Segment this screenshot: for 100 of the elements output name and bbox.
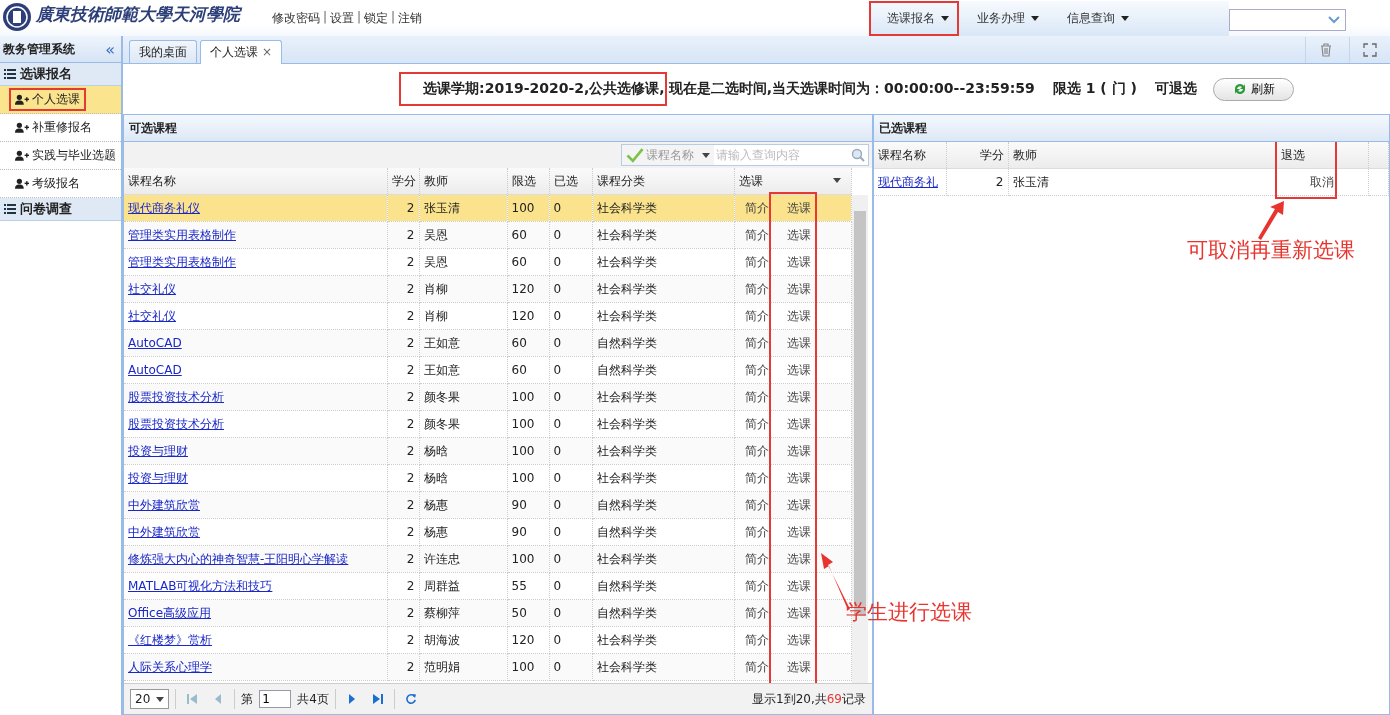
page-size-dropdown[interactable]: 20 (130, 689, 170, 709)
table-row[interactable]: 中外建筑欣赏 2 杨惠 90 0 自然科学类 简介 选课 (124, 491, 851, 519)
menu-item[interactable]: 业务办理 (959, 1, 1049, 36)
tab[interactable]: 我的桌面 (129, 40, 197, 63)
table-row[interactable]: 管理类实用表格制作 2 吴恩 60 0 社会科学类 简介 选课 (124, 221, 851, 249)
select-link[interactable]: 选课 (786, 362, 811, 377)
select-link[interactable]: 选课 (786, 578, 811, 593)
select-link[interactable]: 选课 (786, 659, 811, 674)
table-row[interactable]: 修炼强大内心的神奇智慧-王阳明心学解读 2 许连忠 100 0 社会科学类 简介 选课 (124, 545, 851, 573)
select-link[interactable]: 选课 (786, 605, 811, 620)
sidebar-item[interactable]: 实践与毕业选题 (0, 142, 121, 170)
select-link[interactable]: 选课 (786, 443, 811, 458)
select-link[interactable]: 选课 (786, 200, 811, 215)
select-link[interactable]: 选课 (786, 416, 811, 431)
table-row[interactable]: AutoCAD 2 王如意 60 0 自然科学类 简介 选课 (124, 356, 851, 384)
column-header[interactable]: 已选 (549, 168, 592, 195)
table-row[interactable]: 股票投资技术分析 2 颜冬果 100 0 社会科学类 简介 选课 (124, 410, 851, 438)
intro-link[interactable]: 简介 (744, 200, 769, 215)
column-header[interactable]: 学分 (387, 168, 419, 195)
course-link[interactable]: 现代商务礼仪 (128, 200, 200, 215)
table-row[interactable]: 管理类实用表格制作 2 吴恩 60 0 社会科学类 简介 选课 (124, 248, 851, 276)
intro-link[interactable]: 简介 (744, 335, 769, 350)
table-row[interactable]: 中外建筑欣赏 2 杨惠 90 0 自然科学类 简介 选课 (124, 518, 851, 546)
course-link[interactable]: 社交礼仪 (128, 308, 176, 323)
column-header[interactable]: 教师 (419, 168, 507, 195)
intro-link[interactable]: 简介 (744, 254, 769, 269)
course-link[interactable]: 股票投资技术分析 (128, 389, 224, 404)
header-link[interactable]: 锁定 (364, 10, 389, 27)
course-link[interactable]: AutoCAD (128, 363, 182, 377)
column-header[interactable]: 教师 (1008, 142, 1276, 169)
intro-link[interactable]: 简介 (744, 632, 769, 647)
refresh-button[interactable]: 刷新 (1212, 77, 1294, 101)
column-header[interactable]: 选课 (734, 168, 851, 195)
select-link[interactable]: 选课 (786, 632, 811, 647)
table-row[interactable]: 社交礼仪 2 肖柳 120 0 社会科学类 简介 选课 (124, 275, 851, 303)
table-row[interactable]: 现代商务礼仪 2 张玉清 100 0 社会科学类 简介 选课 (124, 194, 851, 222)
course-link[interactable]: 现代商务礼 (878, 174, 938, 189)
close-icon[interactable]: × (262, 45, 273, 59)
course-link[interactable]: 股票投资技术分析 (128, 416, 224, 431)
course-link[interactable]: MATLAB可视化方法和技巧 (128, 578, 273, 593)
first-page-icon[interactable] (186, 693, 199, 705)
intro-link[interactable]: 简介 (744, 524, 769, 539)
tab[interactable]: 个人选课 × (200, 40, 283, 64)
course-link[interactable]: 人际关系心理学 (128, 659, 212, 674)
select-link[interactable]: 选课 (786, 254, 811, 269)
course-link[interactable]: Office高级应用 (128, 605, 212, 620)
course-link[interactable]: 中外建筑欣赏 (128, 524, 200, 539)
course-link[interactable]: 中外建筑欣赏 (128, 497, 200, 512)
column-header[interactable]: 课程名称 (124, 168, 387, 195)
course-link[interactable]: 投资与理财 (128, 443, 188, 458)
intro-link[interactable]: 简介 (744, 470, 769, 485)
column-header[interactable]: 课程分类 (592, 168, 734, 195)
header-link[interactable]: 修改密码 (272, 10, 320, 27)
course-link[interactable]: AutoCAD (128, 336, 182, 350)
intro-link[interactable]: 简介 (744, 389, 769, 404)
select-link[interactable]: 选课 (786, 470, 811, 485)
select-link[interactable]: 选课 (786, 389, 811, 404)
header-link[interactable]: 注销 (398, 10, 423, 27)
select-link[interactable]: 选课 (786, 227, 811, 242)
intro-link[interactable]: 简介 (744, 578, 769, 593)
sidebar-group[interactable]: 选课报名 (0, 63, 121, 86)
column-header[interactable]: 课程名称 (874, 142, 946, 169)
intro-link[interactable]: 简介 (744, 659, 769, 674)
select-link[interactable]: 选课 (786, 551, 811, 566)
column-header[interactable]: 学分 (946, 142, 1008, 169)
table-row[interactable]: 社交礼仪 2 肖柳 120 0 社会科学类 简介 选课 (124, 302, 851, 330)
select-link[interactable]: 选课 (786, 497, 811, 512)
table-row[interactable]: 投资与理财 2 杨晗 100 0 社会科学类 简介 选课 (124, 437, 851, 465)
cancel-link[interactable]: 取消 (1310, 174, 1334, 189)
table-row[interactable]: 股票投资技术分析 2 颜冬果 100 0 社会科学类 简介 选课 (124, 383, 851, 411)
header-link[interactable]: 设置 (330, 10, 355, 27)
last-page-icon[interactable] (371, 693, 384, 705)
intro-link[interactable]: 简介 (744, 605, 769, 620)
sidebar-item[interactable]: 补重修报名 (0, 114, 121, 142)
course-link[interactable]: 《红楼梦》赏析 (128, 632, 212, 647)
menu-item[interactable]: 信息查询 (1049, 1, 1139, 36)
course-link[interactable]: 社交礼仪 (128, 281, 176, 296)
table-row[interactable]: 投资与理财 2 杨晗 100 0 社会科学类 简介 选课 (124, 464, 851, 492)
intro-link[interactable]: 简介 (744, 227, 769, 242)
intro-link[interactable]: 简介 (744, 551, 769, 566)
intro-link[interactable]: 简介 (744, 362, 769, 377)
intro-link[interactable]: 简介 (744, 308, 769, 323)
collapse-icon[interactable]: « (105, 39, 115, 59)
table-row[interactable]: 人际关系心理学 2 范明娟 100 0 社会科学类 简介 选课 (124, 653, 851, 681)
reload-icon[interactable] (404, 693, 417, 705)
intro-link[interactable]: 简介 (744, 281, 769, 296)
intro-link[interactable]: 简介 (744, 497, 769, 512)
column-header[interactable]: 限选 (507, 168, 549, 195)
select-link[interactable]: 选课 (786, 308, 811, 323)
dropdown-field[interactable] (1229, 9, 1346, 31)
course-link[interactable]: 投资与理财 (128, 470, 188, 485)
column-header[interactable]: 退选 (1276, 142, 1368, 169)
table-row[interactable]: AutoCAD 2 王如意 60 0 自然科学类 简介 选课 (124, 329, 851, 357)
table-row[interactable]: MATLAB可视化方法和技巧 2 周群益 55 0 自然科学类 简介 选课 (124, 572, 851, 600)
sidebar-group[interactable]: 问卷调查 (0, 198, 121, 221)
sidebar-item[interactable]: 个人选课 (0, 86, 121, 114)
select-link[interactable]: 选课 (786, 281, 811, 296)
table-row[interactable]: 《红楼梦》赏析 2 胡海波 120 0 社会科学类 简介 选课 (124, 626, 851, 654)
course-link[interactable]: 管理类实用表格制作 (128, 254, 236, 269)
select-link[interactable]: 选课 (786, 524, 811, 539)
